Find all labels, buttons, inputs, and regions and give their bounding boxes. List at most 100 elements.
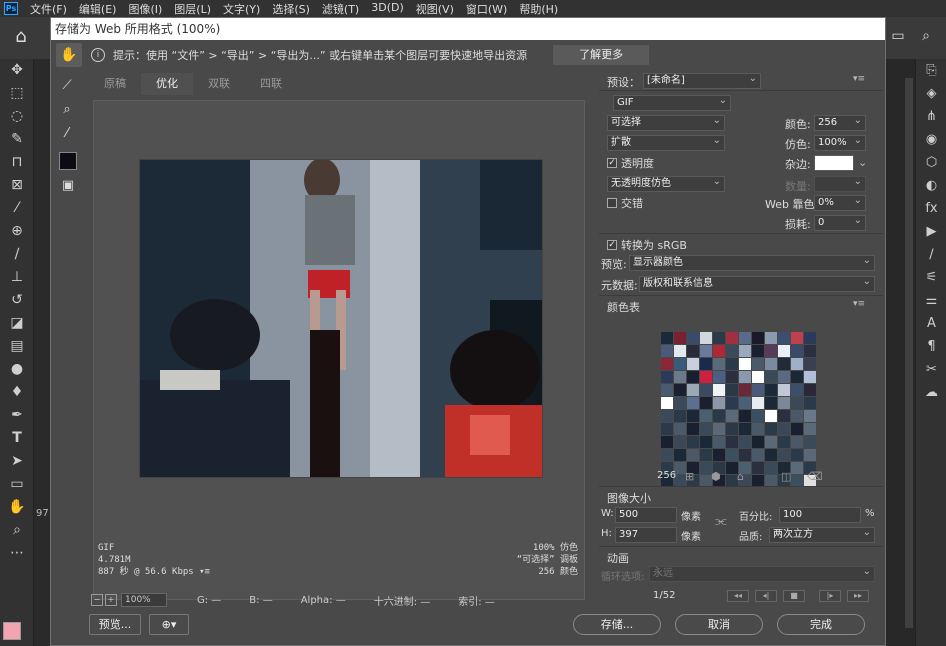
lock-color-icon[interactable]: ⌂ bbox=[737, 470, 744, 483]
menu-item[interactable]: 文字(Y) bbox=[217, 1, 266, 17]
color-table-cell[interactable] bbox=[726, 332, 738, 344]
character-panel-icon[interactable]: A bbox=[916, 312, 946, 335]
type-tool-icon[interactable]: T bbox=[0, 427, 34, 450]
color-table-cell[interactable] bbox=[778, 358, 790, 370]
color-table-cell[interactable] bbox=[687, 410, 699, 422]
color-table-cell[interactable] bbox=[791, 449, 803, 461]
color-table-cell[interactable] bbox=[765, 410, 777, 422]
quality-select[interactable]: 两次立方 bbox=[769, 527, 875, 543]
quick-select-tool-icon[interactable]: ✎ bbox=[0, 128, 34, 151]
zoom-in-button[interactable]: + bbox=[105, 594, 117, 606]
color-table-cell[interactable] bbox=[765, 384, 777, 396]
frame-tool-icon[interactable]: ⊠ bbox=[0, 174, 34, 197]
color-table-cell[interactable] bbox=[713, 410, 725, 422]
hand-tool-icon[interactable]: ✋ bbox=[56, 43, 82, 67]
color-table-cell[interactable] bbox=[726, 423, 738, 435]
colors-select[interactable]: 256 bbox=[814, 115, 866, 131]
color-table-cell[interactable] bbox=[661, 410, 673, 422]
history-brush-icon[interactable]: ↺ bbox=[0, 289, 34, 312]
color-table-cell[interactable] bbox=[752, 384, 764, 396]
color-table-cell[interactable] bbox=[778, 410, 790, 422]
color-table-cell[interactable] bbox=[726, 345, 738, 357]
transparency-checkbox[interactable]: ✓ bbox=[607, 158, 617, 168]
color-table-cell[interactable] bbox=[804, 410, 816, 422]
marquee-tool-icon[interactable]: ⬚ bbox=[0, 82, 34, 105]
foreground-color-swatch[interactable] bbox=[3, 622, 21, 640]
color-table-cell[interactable] bbox=[674, 345, 686, 357]
zoom-icon[interactable]: ⌕ bbox=[54, 98, 80, 122]
color-table-cell[interactable] bbox=[726, 371, 738, 383]
color-table-cell[interactable] bbox=[687, 345, 699, 357]
metadata-select[interactable]: 版权和联系信息 bbox=[639, 276, 875, 292]
paragraph-panel-icon[interactable]: ¶ bbox=[916, 335, 946, 358]
healing-brush-icon[interactable]: ⊕ bbox=[0, 220, 34, 243]
color-table-cell[interactable] bbox=[765, 449, 777, 461]
color-table-cell[interactable] bbox=[804, 397, 816, 409]
color-table-cell[interactable] bbox=[804, 332, 816, 344]
color-table-cell[interactable] bbox=[661, 449, 673, 461]
color-table-cell[interactable] bbox=[739, 371, 751, 383]
color-table-cell[interactable] bbox=[804, 371, 816, 383]
color-table-cell[interactable] bbox=[778, 423, 790, 435]
browser-select[interactable]: ⊕▾ bbox=[149, 614, 189, 635]
3d-panel-icon[interactable]: ⬡ bbox=[916, 151, 946, 174]
lossy-select[interactable]: 0 bbox=[814, 215, 866, 231]
color-table-cell[interactable] bbox=[713, 371, 725, 383]
menu-item[interactable]: 帮助(H) bbox=[513, 1, 564, 17]
adjustments-panel-icon[interactable]: ◐ bbox=[916, 174, 946, 197]
color-table-cell[interactable] bbox=[752, 358, 764, 370]
color-table-cell[interactable] bbox=[765, 345, 777, 357]
color-table-cell[interactable] bbox=[765, 358, 777, 370]
lasso-tool-icon[interactable]: ◌ bbox=[0, 105, 34, 128]
color-table-cell[interactable] bbox=[674, 410, 686, 422]
convert-srgb-checkbox[interactable]: ✓ bbox=[607, 240, 617, 250]
dodge-tool-icon[interactable]: ♦ bbox=[0, 381, 34, 404]
zoom-select[interactable]: 100% bbox=[121, 593, 167, 607]
color-table-cell[interactable] bbox=[713, 332, 725, 344]
settings-menu-icon[interactable]: ▾≡ bbox=[853, 74, 865, 84]
color-table-cell[interactable] bbox=[791, 345, 803, 357]
matte-color-swatch[interactable] bbox=[814, 155, 854, 171]
color-table-cell[interactable] bbox=[674, 384, 686, 396]
loop-options-select[interactable]: 永远 bbox=[649, 566, 875, 582]
color-table-cell[interactable] bbox=[739, 358, 751, 370]
preset-select[interactable]: [未命名] bbox=[643, 73, 761, 89]
color-table-cell[interactable] bbox=[739, 332, 751, 344]
color-table-cell[interactable] bbox=[674, 449, 686, 461]
color-table-menu-icon[interactable]: ▾≡ bbox=[853, 299, 865, 309]
color-table-cell[interactable] bbox=[713, 449, 725, 461]
color-table-cell[interactable] bbox=[726, 358, 738, 370]
search-icon[interactable]: ⌕ bbox=[916, 26, 936, 46]
pen-tool-icon[interactable]: ✒ bbox=[0, 404, 34, 427]
eyedropper-tool-icon[interactable]: ⁄ bbox=[0, 197, 34, 220]
layers-panel-icon[interactable]: ◈ bbox=[916, 82, 946, 105]
color-table-cell[interactable] bbox=[687, 449, 699, 461]
color-table-cell[interactable] bbox=[778, 371, 790, 383]
color-table-cell[interactable] bbox=[778, 436, 790, 448]
color-table-cell[interactable] bbox=[778, 397, 790, 409]
settings-scrollbar[interactable] bbox=[905, 78, 913, 628]
percent-input[interactable]: 100 bbox=[779, 507, 861, 523]
menu-item[interactable]: 编辑(E) bbox=[73, 1, 123, 17]
stop-button[interactable]: ■ bbox=[783, 590, 805, 602]
color-table-cell[interactable] bbox=[700, 449, 712, 461]
brush-tool-icon[interactable]: ∕ bbox=[0, 243, 34, 266]
color-table-cell[interactable] bbox=[791, 332, 803, 344]
color-table-cell[interactable] bbox=[687, 371, 699, 383]
move-tool-icon[interactable]: ✥ bbox=[0, 59, 34, 82]
blur-tool-icon[interactable]: ● bbox=[0, 358, 34, 381]
color-table-cell[interactable] bbox=[739, 397, 751, 409]
preview-select[interactable]: 显示器颜色 bbox=[629, 255, 875, 271]
color-table-cell[interactable] bbox=[752, 423, 764, 435]
web-shift-icon[interactable]: ⬢ bbox=[711, 470, 721, 483]
color-table-cell[interactable] bbox=[791, 436, 803, 448]
history-panel-icon[interactable]: ⎘ bbox=[916, 59, 946, 82]
properties-panel-icon[interactable]: ⚟ bbox=[916, 266, 946, 289]
eyedropper-color-swatch[interactable] bbox=[59, 152, 77, 170]
color-table-cell[interactable] bbox=[739, 384, 751, 396]
format-select[interactable]: GIF bbox=[613, 95, 731, 111]
color-table-cell[interactable] bbox=[726, 397, 738, 409]
color-table-cell[interactable] bbox=[674, 436, 686, 448]
color-table-cell[interactable] bbox=[726, 410, 738, 422]
color-table-cell[interactable] bbox=[752, 449, 764, 461]
